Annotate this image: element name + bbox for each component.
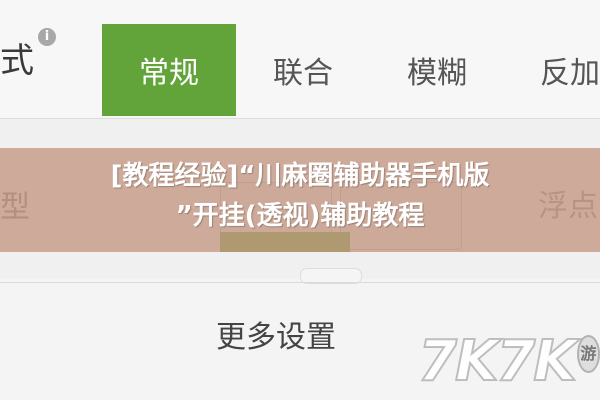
tab-reverse-add-label: 反加 [540,56,600,91]
watermark-text: 7K7K [417,328,578,395]
tab-fuzzy-label: 模糊 [407,56,467,91]
tab-union-label: 联合 [273,56,333,91]
tab-reverse-add[interactable]: 反加 [504,24,600,116]
site-watermark: 7K7K 游 [417,326,600,396]
banner-title-line2: ”开挂(透视)辅助教程 [175,201,425,231]
watermark-badge-icon: 游 [576,335,600,373]
info-icon[interactable]: i [38,28,56,46]
banner-title-line1: [教程经验]“川麻圈辅助器手机版 [110,161,490,191]
divider [0,282,600,283]
tab-general[interactable]: 常规 [102,24,236,116]
tab-fuzzy[interactable]: 模糊 [370,24,504,116]
tab-general-label: 常规 [139,56,199,91]
tab-union[interactable]: 联合 [236,24,370,116]
banner-title: [教程经验]“川麻圈辅助器手机版 ”开挂(透视)辅助教程 [40,156,560,236]
partial-left-label: 式 [0,41,34,81]
